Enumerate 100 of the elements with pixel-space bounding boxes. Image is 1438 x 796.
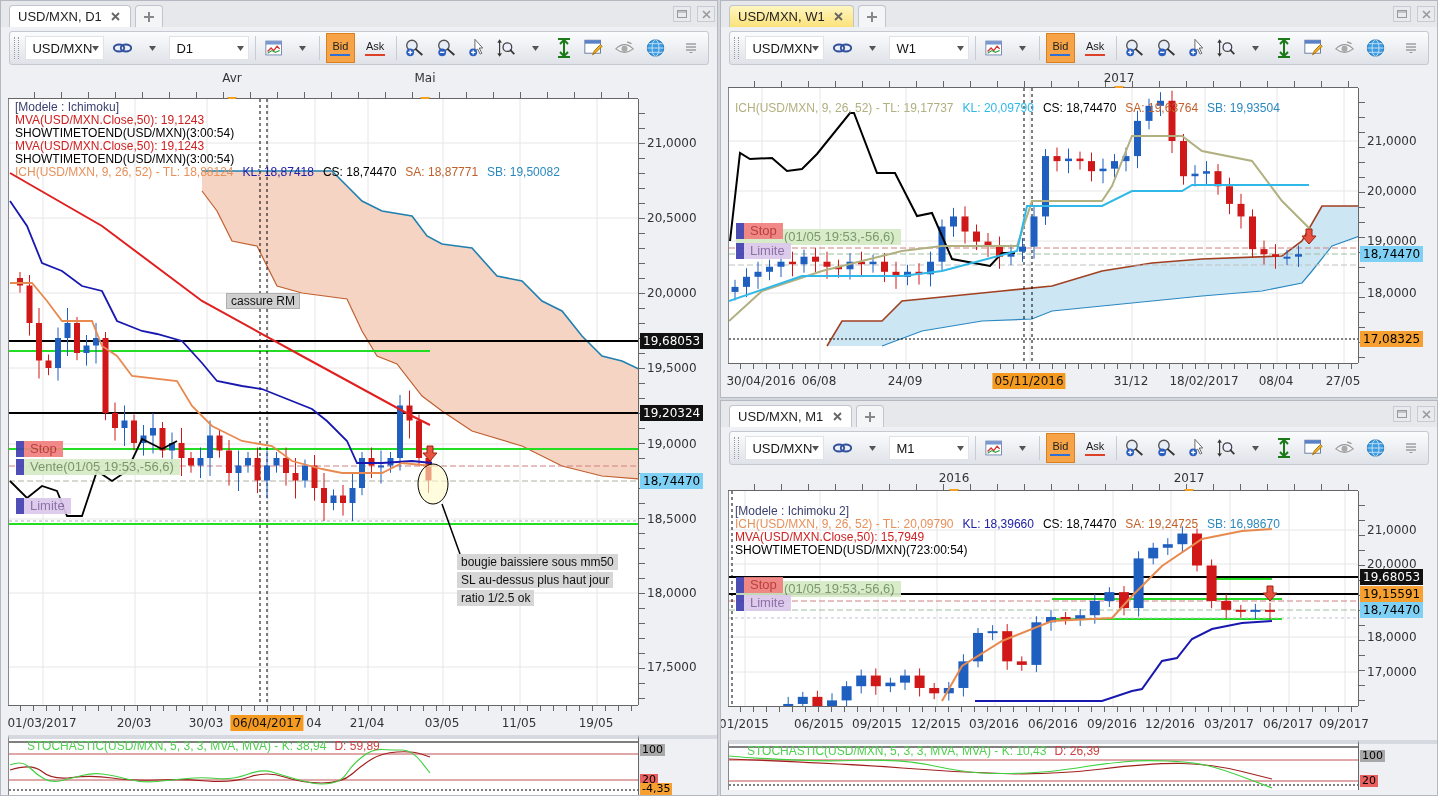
date-label: 05/11/2016 xyxy=(992,373,1066,389)
price-label: 21,0000 xyxy=(647,136,697,150)
indicator-label: CS: 18,74470 xyxy=(1042,518,1117,531)
price-side-toggle[interactable]: Bid xyxy=(1045,433,1075,463)
price-label: 18,5000 xyxy=(647,512,697,526)
scale-tag: -4,35 xyxy=(640,783,673,795)
date-label: 09/2016 xyxy=(1086,716,1138,732)
indicator-label: ICH(USD/MXN, 9, 26, 52) - TL: 19,17737 xyxy=(735,102,954,115)
date-label: 01/03/2017 xyxy=(6,715,78,731)
date-label: 27/05 xyxy=(1324,373,1362,389)
timeframe-dropdown[interactable]: W1 xyxy=(889,36,969,60)
price-side-toggle[interactable]: Ask xyxy=(360,33,390,63)
date-label: 12/2015 xyxy=(910,716,962,732)
date-label: 24/09 xyxy=(886,373,924,389)
timeframe-dropdown[interactable]: M1 xyxy=(889,436,969,460)
chart-tab[interactable]: USD/MXN, W1 xyxy=(729,5,854,27)
date-label: 09/2017 xyxy=(1318,716,1370,732)
price-label: 19,5000 xyxy=(647,361,697,375)
date-label: 03/2017 xyxy=(1203,716,1255,732)
date-label: 18/02/2017 xyxy=(1168,373,1240,389)
price-label: 19,0000 xyxy=(647,437,697,451)
date-label: 30/03 xyxy=(187,715,225,731)
date-label: 30/04/2016 xyxy=(725,373,797,389)
scale-tag: 100 xyxy=(1360,750,1385,762)
time-label: 2017 xyxy=(1103,71,1135,85)
price-tag: 18,74470 xyxy=(1360,602,1424,618)
price-label: 21,0000 xyxy=(1367,134,1417,148)
indicator-label: SHOWTIMETOEND(USD/MXN)(3:00:54) xyxy=(15,127,235,140)
indicator-label: [Modele : Ichimoku 2] xyxy=(735,505,850,518)
time-label: Mai xyxy=(414,71,436,85)
price-label: 20,0000 xyxy=(1367,184,1417,198)
price-label: 18,0000 xyxy=(1367,286,1417,300)
scale-tag: 100 xyxy=(640,744,665,756)
date-label: 31/12 xyxy=(1112,373,1150,389)
price-side-toggle[interactable]: Ask xyxy=(1080,33,1110,63)
annotation-label: cassure RM xyxy=(226,293,300,309)
price-tag: 17,08325 xyxy=(1360,331,1424,347)
time-label: Avr xyxy=(222,71,242,85)
date-label: 20/03 xyxy=(115,715,153,731)
indicator-label: MVA(USD/MXN.Close,50): 19,1243 xyxy=(15,140,205,153)
note-text: SL au-dessus plus haut jour xyxy=(457,572,614,588)
date-label: 06/2015 xyxy=(793,716,845,732)
date-label: 03/05 xyxy=(423,715,461,731)
price-label: 20,0000 xyxy=(647,286,697,300)
price-label: 17,0000 xyxy=(1367,665,1417,679)
price-label: 18,0000 xyxy=(647,586,697,600)
date-label: 19/05 xyxy=(577,715,615,731)
date-label: 03/2016 xyxy=(968,716,1020,732)
price-side-toggle[interactable]: Bid xyxy=(1045,33,1075,63)
indicator-label: KL: 20,09790 xyxy=(962,102,1034,115)
indicator-label: SB: 16,98670 xyxy=(1207,518,1280,531)
symbol-dropdown[interactable]: USD/MXN xyxy=(745,36,825,60)
date-label: 21/04 xyxy=(348,715,386,731)
chart-tab[interactable]: USD/MXN, M1 xyxy=(729,405,853,427)
date-label: 06/2016 xyxy=(1027,716,1079,732)
scale-tag: 20 xyxy=(1360,775,1378,787)
note-text: ratio 1/2.5 ok xyxy=(457,590,535,606)
price-side-toggle[interactable]: Bid xyxy=(325,33,355,63)
indicator-label: SB: 19,50082 xyxy=(487,166,560,179)
price-label: 21,0000 xyxy=(1367,523,1417,537)
price-label: 19,0000 xyxy=(1367,234,1417,248)
indicator-label: SHOWTIMETOEND(USD/MXN)(3:00:54) xyxy=(15,153,235,166)
indicator-label: SA: 19,24725 xyxy=(1125,518,1199,531)
date-label: 11/05 xyxy=(500,715,538,731)
indicator-label: D: 26,39 xyxy=(1054,744,1100,758)
date-label: 08/04 xyxy=(1257,373,1295,389)
price-tag: 19,68053 xyxy=(640,333,704,349)
indicator-label: STOCHASTIC(USD/MXN, 5, 3, 3, MVA, MVA) - K: 10,43 xyxy=(747,744,1047,758)
indicator-label: KL: 18,39660 xyxy=(962,518,1034,531)
symbol-dropdown[interactable]: USD/MXN xyxy=(25,36,105,60)
price-label: 20,5000 xyxy=(647,211,697,225)
date-label: 06/2017 xyxy=(1262,716,1314,732)
price-label: 18,0000 xyxy=(1367,630,1417,644)
indicator-label: SB: 19,93504 xyxy=(1207,102,1280,115)
symbol-dropdown[interactable]: USD/MXN xyxy=(745,436,825,460)
price-tag: 18,74470 xyxy=(1360,246,1424,262)
time-label: 2017 xyxy=(1173,471,1205,485)
indicator-label: CS: 18,74470 xyxy=(1042,102,1117,115)
price-tag: 19,20324 xyxy=(640,405,704,421)
price-side-toggle[interactable]: Ask xyxy=(1080,433,1110,463)
indicator-label: STOCHASTIC(USD/MXN, 5, 3, 3, MVA, MVA) - K: 38,94 xyxy=(27,739,327,753)
indicator-label: [Modele : Ichimoku] xyxy=(15,101,120,114)
price-label: 17,5000 xyxy=(647,660,697,674)
indicator-label: D: 59,89 xyxy=(334,739,380,753)
date-label: 09/2015 xyxy=(851,716,903,732)
date-label: 04 xyxy=(305,715,323,731)
indicator-label: ICH(USD/MXN, 9, 26, 52) - TL: 20,09790 xyxy=(735,518,954,531)
indicator-label: MVA(USD/MXN.Close,50): 19,1243 xyxy=(15,114,205,127)
note-text: bougie baissiere sous mm50 xyxy=(457,554,618,570)
date-label: 06/08 xyxy=(800,373,838,389)
indicator-label: SA: 18,87771 xyxy=(405,166,479,179)
date-label: 06/04/2017 xyxy=(230,715,304,731)
timeframe-dropdown[interactable]: D1 xyxy=(169,36,249,60)
indicator-label: SHOWTIMETOEND(USD/MXN)(723:00:54) xyxy=(735,544,968,557)
price-tag: 18,74470 xyxy=(640,473,704,489)
price-label: 20,0000 xyxy=(1367,557,1417,571)
time-label: 2016 xyxy=(938,471,970,485)
chart-tab[interactable]: USD/MXN, D1 xyxy=(9,5,131,27)
price-tag: 19,15591 xyxy=(1360,586,1424,602)
date-label: 12/2016 xyxy=(1144,716,1196,732)
